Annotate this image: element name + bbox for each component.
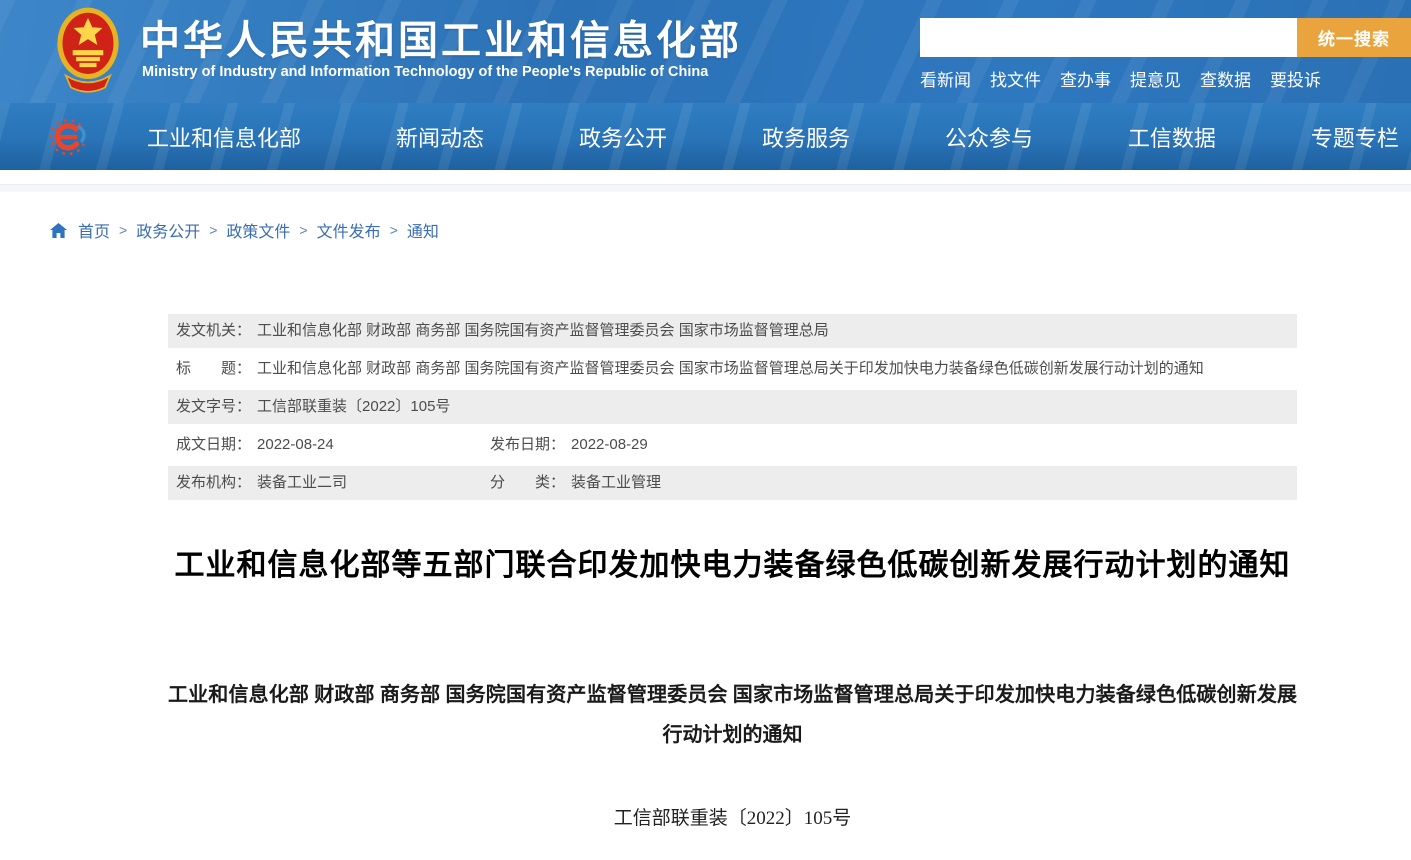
meta-value: 装备工业管理 <box>571 466 661 500</box>
header-divider-band <box>0 184 1411 192</box>
nav-item-gov-service[interactable]: 政务服务 <box>762 121 850 153</box>
meta-row-dates: 成文日期： 2022-08-24 发布日期： 2022-08-29 <box>168 428 1297 462</box>
meta-row-issuing-agency: 发文机关： 工业和信息化部 财政部 商务部 国务院国有资产监督管理委员会 国家市… <box>168 314 1297 348</box>
meta-value: 工业和信息化部 财政部 商务部 国务院国有资产监督管理委员会 国家市场监督管理总… <box>257 352 1204 386</box>
miit-swirl-logo-icon[interactable] <box>48 116 90 163</box>
nav-items: 工业和信息化部 新闻动态 政务公开 政务服务 公众参与 工信数据 专题专栏 <box>147 103 1399 170</box>
nav-item-gov-info[interactable]: 政务公开 <box>579 121 667 153</box>
unified-search-button[interactable]: 统一搜索 <box>1297 18 1411 57</box>
meta-label: 标 题： <box>176 352 251 386</box>
site-subtitle-english: Ministry of Industry and Information Tec… <box>142 64 708 80</box>
nav-item-participation[interactable]: 公众参与 <box>945 121 1033 153</box>
breadcrumb-separator: > <box>119 222 127 238</box>
nav-item-news[interactable]: 新闻动态 <box>396 121 484 153</box>
meta-value: 工业和信息化部 财政部 商务部 国务院国有资产监督管理委员会 国家市场监督管理总… <box>257 314 829 348</box>
meta-label: 分 类： <box>490 466 565 500</box>
article-title: 工业和信息化部等五部门联合印发加快电力装备绿色低碳创新发展行动计划的通知 <box>168 549 1297 583</box>
site-header: 中华人民共和国工业和信息化部 Ministry of Industry and … <box>0 0 1411 103</box>
meta-value: 2022-08-29 <box>571 428 648 462</box>
meta-value: 工信部联重装〔2022〕105号 <box>257 390 450 424</box>
quick-link-feedback[interactable]: 提意见 <box>1130 66 1181 91</box>
meta-label: 发文字号： <box>176 390 251 424</box>
breadcrumb-separator: > <box>209 222 217 238</box>
site-title: 中华人民共和国工业和信息化部 <box>140 8 742 66</box>
search-input[interactable] <box>920 18 1297 57</box>
nav-item-topics[interactable]: 专题专栏 <box>1311 121 1399 153</box>
nav-item-data[interactable]: 工信数据 <box>1128 121 1216 153</box>
quick-link-data[interactable]: 查数据 <box>1200 66 1251 91</box>
home-icon[interactable] <box>50 223 67 238</box>
meta-value: 2022-08-24 <box>257 428 334 462</box>
breadcrumb-home[interactable]: 首页 <box>78 218 110 242</box>
document-meta-table: 发文机关： 工业和信息化部 财政部 商务部 国务院国有资产监督管理委员会 国家市… <box>168 314 1297 500</box>
article: 工业和信息化部等五部门联合印发加快电力装备绿色低碳创新发展行动计划的通知 工业和… <box>168 549 1297 860</box>
document-heading: 工业和信息化部 财政部 商务部 国务院国有资产监督管理委员会 国家市场监督管理总… <box>168 675 1297 755</box>
meta-label: 成文日期： <box>176 428 251 462</box>
national-emblem-icon[interactable] <box>54 4 122 103</box>
nav-item-miit[interactable]: 工业和信息化部 <box>147 121 301 153</box>
breadcrumb-separator: > <box>390 222 398 238</box>
breadcrumb-notice[interactable]: 通知 <box>407 218 439 242</box>
breadcrumb-policy-files[interactable]: 政策文件 <box>226 218 290 242</box>
quick-link-files[interactable]: 找文件 <box>990 66 1041 91</box>
meta-value: 装备工业二司 <box>257 466 347 500</box>
breadcrumb-separator: > <box>299 222 307 238</box>
main-navigation: 工业和信息化部 新闻动态 政务公开 政务服务 公众参与 工信数据 专题专栏 <box>0 103 1411 170</box>
meta-label: 发布机构： <box>176 466 251 500</box>
meta-label: 发布日期： <box>490 428 565 462</box>
header-quick-links: 看新闻 找文件 查办事 提意见 查数据 要投诉 <box>920 66 1321 91</box>
breadcrumb-gov-info[interactable]: 政务公开 <box>136 218 200 242</box>
document-number: 工信部联重装〔2022〕105号 <box>168 803 1297 830</box>
quick-link-complaint[interactable]: 要投诉 <box>1270 66 1321 91</box>
header-gap <box>0 170 1411 184</box>
breadcrumb-file-release[interactable]: 文件发布 <box>317 218 381 242</box>
meta-row-title: 标 题： 工业和信息化部 财政部 商务部 国务院国有资产监督管理委员会 国家市场… <box>168 352 1297 386</box>
breadcrumb: 首页 > 政务公开 > 政策文件 > 文件发布 > 通知 <box>50 218 1411 242</box>
meta-label: 发文机关： <box>176 314 251 348</box>
meta-row-publisher-category: 发布机构： 装备工业二司 分 类： 装备工业管理 <box>168 466 1297 500</box>
meta-row-document-number: 发文字号： 工信部联重装〔2022〕105号 <box>168 390 1297 424</box>
quick-link-services[interactable]: 查办事 <box>1060 66 1111 91</box>
quick-link-news[interactable]: 看新闻 <box>920 66 971 91</box>
